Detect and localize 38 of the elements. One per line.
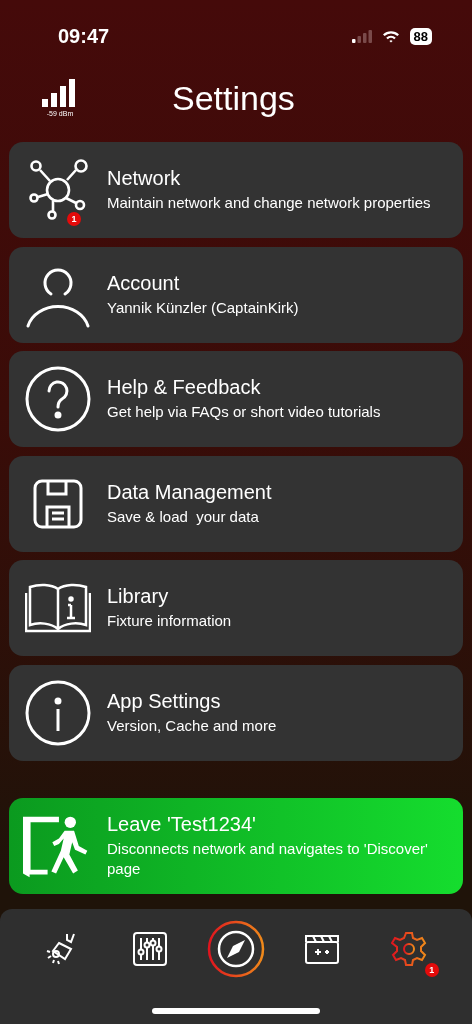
settings-item[interactable]: Account Yannik Künzler (CaptainKirk): [9, 246, 463, 343]
tab-button[interactable]: [205, 918, 266, 979]
item-description: Maintain network and change network properties: [107, 193, 431, 213]
item-description: Save & load your data: [107, 506, 260, 527]
mixer-faders-icon: [132, 931, 167, 966]
battery-level: 88: [409, 27, 432, 45]
item-title: Data Management: [107, 480, 272, 504]
settings-item[interactable]: 1 Network Maintain network and change network properties: [9, 142, 463, 238]
page-title: Settings: [172, 78, 295, 118]
notification-badge: 1: [67, 212, 81, 226]
item-description: Fixture information: [107, 611, 232, 631]
settings-item[interactable]: Help & Feedback Get help via FAQs or short video tutorials: [9, 351, 463, 447]
settings-icon: [390, 930, 427, 967]
signal-strength-icon: [42, 79, 78, 107]
network-nodes-icon: [26, 158, 90, 222]
settings-item[interactable]: App Settings Version, Cache and more: [9, 664, 463, 761]
help-icon: [25, 366, 91, 432]
wifi-icon: [381, 29, 400, 43]
cellular-signal-icon: [351, 29, 372, 43]
item-title: App Settings: [107, 689, 222, 713]
item-title: Account: [107, 271, 181, 295]
item-description: Get help via FAQs or short video tutorials: [107, 402, 381, 422]
compass-icon: [206, 919, 265, 978]
item-description: Version, Cache and more: [107, 715, 277, 736]
book-icon: [25, 583, 91, 633]
item-title: Library: [107, 585, 170, 608]
tab-button[interactable]: 1: [378, 918, 439, 979]
status-time: 09:47: [58, 24, 110, 48]
item-title: Network: [107, 167, 182, 190]
item-title: Help & Feedback: [107, 376, 262, 399]
clapperboard-icon: [305, 933, 340, 964]
item-description: Yannik Künzler (CaptainKirk): [107, 297, 299, 318]
settings-item[interactable]: Data Management Save & load your data: [9, 455, 463, 552]
info-icon: [25, 679, 91, 746]
leave-description: Disconnects network and navigates to 'Discover' page: [107, 838, 429, 879]
leave-title: Leave 'Test1234': [107, 812, 257, 836]
notification-badge: 1: [424, 962, 439, 977]
settings-item[interactable]: Library Fixture information: [9, 560, 463, 656]
